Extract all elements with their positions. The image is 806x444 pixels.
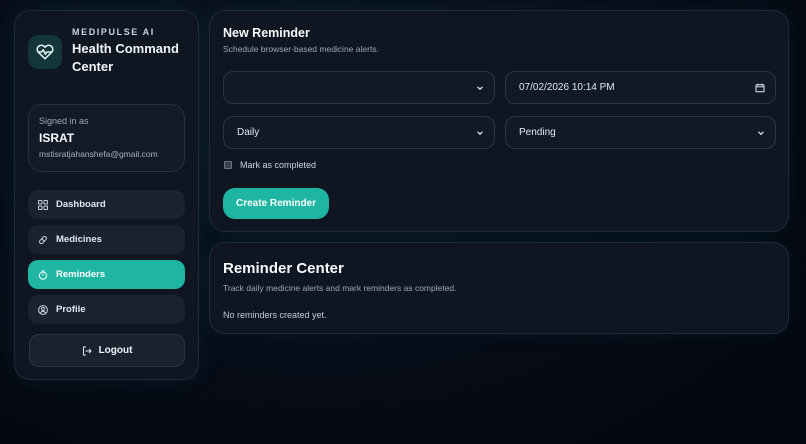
logout-label: Logout [98,345,133,356]
sidebar: MEDIPULSE AI Health Command Center Signe… [14,10,199,380]
logout-button[interactable]: Logout [29,334,185,367]
new-reminder-subtitle: Schedule browser-based medicine alerts. [223,44,379,54]
sidebar-item-medicines[interactable]: Medicines [28,225,185,254]
mark-completed-checkbox[interactable] [224,161,232,169]
create-reminder-button[interactable]: Create Reminder [223,188,329,219]
user-name: ISRAT [39,131,75,145]
datetime-value: 07/02/2026 10:14 PM [519,82,615,93]
mark-completed-row[interactable]: Mark as completed [224,160,316,170]
grid-icon [38,199,48,210]
reminder-center-panel: Reminder Center Track daily medicine ale… [209,242,789,334]
sidebar-item-label: Profile [56,304,86,315]
user-card: Signed in as ISRAT mstisratjahanshefa@gm… [28,104,185,172]
heart-pulse-icon [28,35,62,69]
new-reminder-title: New Reminder [223,26,310,40]
chevron-down-icon [476,129,484,137]
reminder-center-subtitle: Track daily medicine alerts and mark rem… [223,283,457,293]
frequency-value: Daily [237,127,260,138]
logout-icon [82,346,92,356]
brand-kicker: MEDIPULSE AI [72,27,155,37]
pill-icon [38,235,48,245]
new-reminder-panel: New Reminder Schedule browser-based medi… [209,10,789,232]
alarm-icon [38,269,48,280]
brand: MEDIPULSE AI Health Command Center [28,25,185,76]
status-select[interactable]: Pending [505,116,776,149]
sidebar-item-reminders[interactable]: Reminders [28,260,185,289]
frequency-select[interactable]: Daily [223,116,495,149]
chevron-down-icon [757,129,765,137]
sidebar-item-label: Dashboard [56,199,106,210]
user-circle-icon [38,304,48,315]
brand-title-line2: Center [72,59,114,74]
reminder-center-title: Reminder Center [223,260,344,277]
sidebar-item-profile[interactable]: Profile [28,295,185,324]
sidebar-item-label: Reminders [56,269,106,280]
chevron-down-icon [476,84,484,92]
empty-state-text: No reminders created yet. [223,310,327,320]
mark-completed-label: Mark as completed [240,160,317,170]
user-email: mstisratjahanshefa@gmail.com [39,149,158,159]
sidebar-nav: Dashboard Medicines Reminders Profile [28,190,185,324]
sidebar-item-dashboard[interactable]: Dashboard [28,190,185,219]
datetime-input[interactable]: 07/02/2026 10:14 PM [505,71,776,104]
medicine-select[interactable] [223,71,495,104]
app-root: MEDIPULSE AI Health Command Center Signe… [0,0,806,444]
status-value: Pending [519,127,556,138]
brand-title: Health Command Center [72,40,179,76]
calendar-icon [755,83,765,93]
signed-in-label: Signed in as [39,116,89,126]
sidebar-item-label: Medicines [56,234,102,245]
brand-title-line1: Health Command [72,41,179,56]
